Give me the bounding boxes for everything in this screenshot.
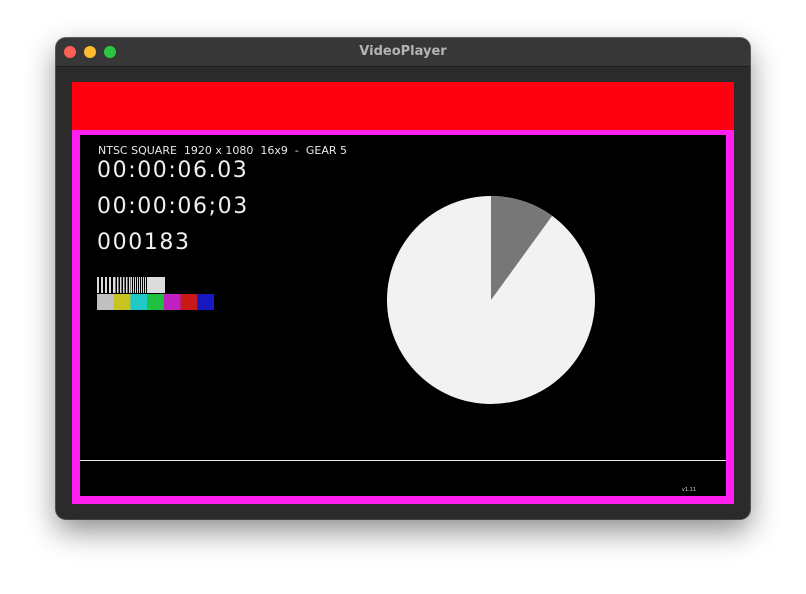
resolution-stripe — [153, 277, 154, 293]
resolution-stripe — [155, 277, 156, 293]
color-bar — [180, 294, 198, 310]
resolution-stripe — [139, 277, 140, 293]
resolution-stripe — [135, 277, 136, 293]
resolution-stripe — [156, 277, 157, 293]
color-bar — [113, 294, 131, 310]
resolution-stripe — [163, 277, 164, 293]
resolution-stripe — [137, 277, 138, 293]
resolution-stripe — [126, 277, 128, 293]
resolution-stripe — [162, 277, 163, 293]
resolution-stripe — [133, 277, 134, 293]
resolution-stripe — [151, 277, 152, 293]
resolution-stripe — [154, 277, 155, 293]
resolution-stripe — [149, 277, 150, 293]
resolution-stripe — [150, 277, 151, 293]
video-frame-border: NTSC SQUARE 1920 x 1080 16x9 - GEAR 5 00… — [72, 130, 734, 504]
resolution-chart — [97, 277, 165, 293]
resolution-stripe — [160, 277, 161, 293]
resolution-stripe — [123, 277, 125, 293]
resolution-stripe — [105, 277, 107, 293]
resolution-stripe — [157, 277, 158, 293]
color-bar — [163, 294, 181, 310]
video-player-window: VideoPlayer NTSC SQUARE 1920 x 1080 16x9… — [56, 38, 750, 519]
color-bar — [197, 294, 214, 310]
resolution-stripe — [147, 277, 148, 293]
title-bar[interactable]: VideoPlayer — [56, 38, 750, 67]
progress-pie — [387, 196, 595, 404]
video-surface[interactable]: NTSC SQUARE 1920 x 1080 16x9 - GEAR 5 00… — [80, 135, 726, 496]
resolution-stripe — [145, 277, 146, 293]
test-pattern-bars — [97, 277, 214, 313]
resolution-stripe — [114, 277, 116, 293]
version-label: v1.11 — [681, 487, 696, 493]
resolution-stripe — [158, 277, 159, 293]
top-red-bar — [72, 82, 734, 130]
resolution-stripe — [148, 277, 149, 293]
resolution-stripe — [131, 277, 132, 293]
resolution-stripe — [97, 277, 99, 293]
resolution-stripe — [101, 277, 103, 293]
color-bars — [97, 294, 214, 310]
resolution-stripe — [117, 277, 119, 293]
resolution-stripe — [161, 277, 162, 293]
frame-counter: 000183 — [97, 230, 191, 255]
window-title: VideoPlayer — [359, 44, 447, 59]
divider-line — [80, 460, 726, 461]
resolution-stripe — [129, 277, 131, 293]
color-bar — [97, 294, 115, 310]
format-label: NTSC SQUARE 1920 x 1080 16x9 - GEAR 5 — [98, 144, 347, 157]
timecode-semicolon: 00:00:06;03 — [97, 194, 249, 219]
window-content: NTSC SQUARE 1920 x 1080 16x9 - GEAR 5 00… — [56, 67, 750, 519]
resolution-stripe — [109, 277, 111, 293]
resolution-stripe — [159, 277, 160, 293]
resolution-stripe — [141, 277, 142, 293]
resolution-stripe — [120, 277, 122, 293]
resolution-stripe — [143, 277, 144, 293]
color-bar — [147, 294, 165, 310]
resolution-stripe — [152, 277, 153, 293]
resolution-stripe — [164, 277, 165, 293]
color-bar — [130, 294, 148, 310]
timecode-dot: 00:00:06.03 — [97, 158, 249, 183]
